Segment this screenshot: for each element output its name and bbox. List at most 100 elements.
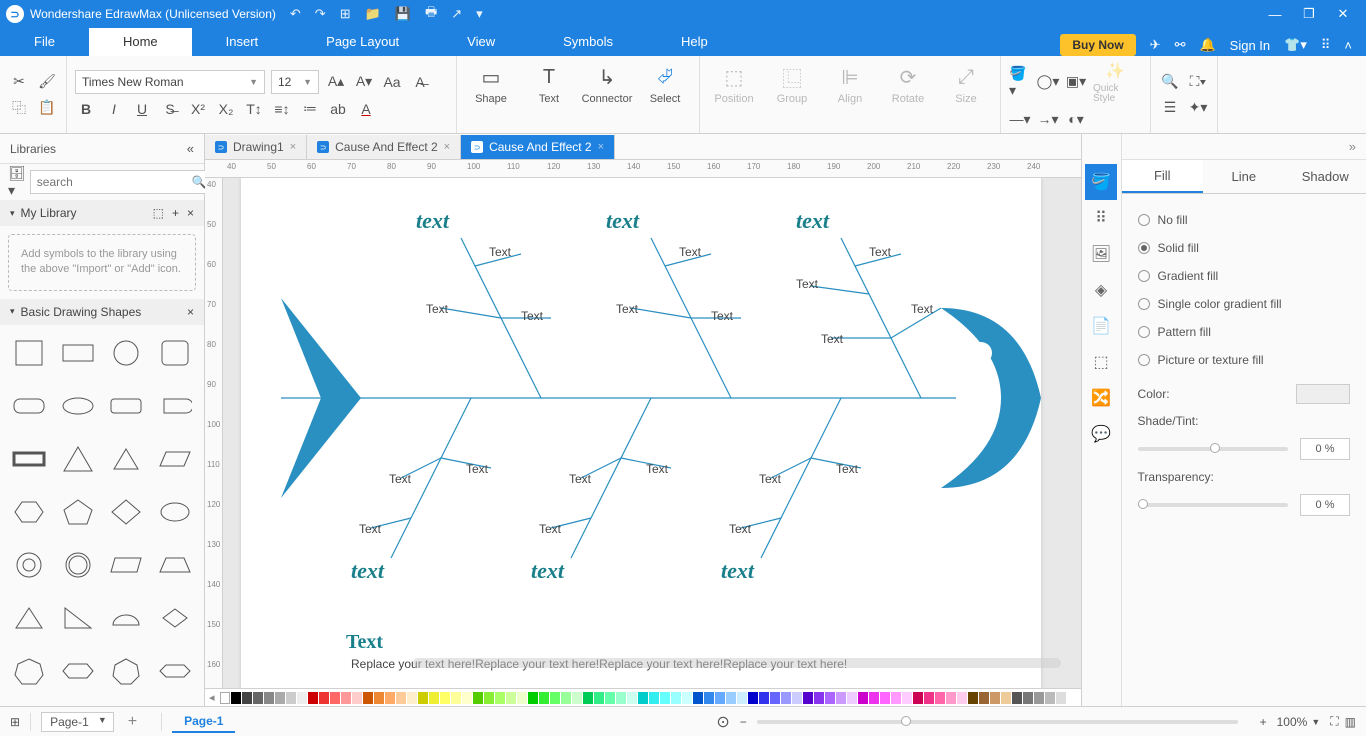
font-color-icon[interactable]: A [355, 98, 377, 120]
subscript-icon[interactable]: X₂ [215, 98, 237, 120]
shape-heptagon[interactable] [8, 651, 51, 691]
shape-diamond[interactable] [105, 492, 148, 532]
zoom-in-button[interactable]: + [1260, 715, 1267, 729]
color-swatch[interactable] [1045, 692, 1055, 704]
quick-style-button[interactable]: ✨Quick Style [1093, 59, 1137, 104]
color-swatch[interactable] [308, 692, 318, 704]
redo-icon[interactable]: ↷ [315, 6, 326, 22]
shape-tool-button[interactable]: ▭Shape [465, 62, 517, 105]
shape-ellipse[interactable] [57, 386, 100, 426]
color-swatch[interactable] [935, 692, 945, 704]
shape-hex-wide[interactable] [154, 651, 197, 691]
select-tool-button[interactable]: ⮰Select [639, 62, 691, 105]
add-icon[interactable]: + [172, 206, 179, 220]
transparency-spin[interactable]: 0 % [1300, 494, 1350, 516]
shape-square[interactable] [8, 333, 51, 373]
comment-panel-icon[interactable]: 💬 [1085, 416, 1117, 452]
line-style-icon[interactable]: —▾ [1009, 108, 1031, 130]
color-swatch[interactable] [253, 692, 263, 704]
save-icon[interactable]: 💾 [395, 6, 411, 22]
color-swatch[interactable] [616, 692, 626, 704]
color-swatch[interactable] [979, 692, 989, 704]
h-scrollbar[interactable] [413, 658, 1061, 668]
format-painter-icon[interactable]: 🖌 [36, 71, 58, 93]
color-swatch[interactable] [1012, 692, 1022, 704]
color-swatch[interactable] [715, 692, 725, 704]
fill-pattern-radio[interactable]: Pattern fill [1138, 318, 1350, 346]
color-swatch[interactable] [770, 692, 780, 704]
canvas[interactable]: text Text Text Text text Text [223, 178, 1081, 688]
grow-font-icon[interactable]: A▴ [325, 71, 347, 93]
color-swatch[interactable] [352, 692, 362, 704]
shape-triangle-iso[interactable] [105, 439, 148, 479]
color-swatch[interactable] [737, 692, 747, 704]
grid-icon[interactable]: ⊞ [10, 715, 20, 729]
color-swatch[interactable] [814, 692, 824, 704]
shape-right-tri[interactable] [57, 598, 100, 638]
shuffle-panel-icon[interactable]: 🔀 [1085, 380, 1117, 416]
color-swatch[interactable] [418, 692, 428, 704]
color-swatch[interactable] [1001, 692, 1011, 704]
tab-insert[interactable]: Insert [192, 28, 293, 56]
color-swatch[interactable] [1056, 692, 1066, 704]
clear-format-icon[interactable]: A̶ [409, 71, 431, 93]
color-swatch[interactable] [627, 692, 637, 704]
transparency-slider[interactable] [1138, 503, 1288, 507]
shape-skew[interactable] [105, 545, 148, 585]
shape-tri3[interactable] [8, 598, 51, 638]
share-icon[interactable]: ⚯ [1175, 37, 1186, 53]
shape-semicircle[interactable] [105, 598, 148, 638]
color-swatch[interactable] [957, 692, 967, 704]
shape-circle[interactable] [105, 333, 148, 373]
shape-rounded-rect[interactable] [8, 386, 51, 426]
color-swatch[interactable] [517, 692, 527, 704]
rotate-button[interactable]: ⟳Rotate [882, 62, 934, 105]
tab-file[interactable]: File [0, 28, 89, 56]
font-family-combo[interactable]: Times New Roman▼ [75, 70, 265, 94]
shape-ellipse2[interactable] [154, 492, 197, 532]
import-icon[interactable]: ⬚ [153, 206, 164, 220]
arrow-icon[interactable]: →▾ [1037, 108, 1059, 130]
color-swatch[interactable] [660, 692, 670, 704]
color-swatch[interactable] [275, 692, 285, 704]
palette-prev-icon[interactable]: ◂ [209, 691, 215, 704]
doc-tab-0[interactable]: ⊃Drawing1× [205, 135, 307, 159]
color-swatch[interactable] [726, 692, 736, 704]
fill-none-radio[interactable]: No fill [1138, 206, 1350, 234]
shade-spin[interactable]: 0 % [1300, 438, 1350, 460]
color-swatch[interactable] [407, 692, 417, 704]
color-swatch[interactable] [792, 692, 802, 704]
tab-view[interactable]: View [433, 28, 529, 56]
print-icon[interactable]: 🖶 [425, 3, 437, 25]
color-swatch[interactable] [286, 692, 296, 704]
group-button[interactable]: ⿺Group [766, 62, 818, 105]
fill-single-gradient-radio[interactable]: Single color gradient fill [1138, 290, 1350, 318]
app-grid-icon[interactable]: ⠿ [1321, 37, 1331, 53]
color-swatch[interactable] [803, 692, 813, 704]
crop-icon[interactable]: ⛶▾ [1187, 71, 1209, 93]
close-shapes-icon[interactable]: × [187, 305, 194, 319]
line-icon[interactable]: ◯▾ [1037, 71, 1059, 93]
shape-thick-rect[interactable] [8, 439, 51, 479]
connector-tool-button[interactable]: ↳Connector [581, 62, 633, 105]
shade-slider[interactable] [1138, 447, 1288, 451]
bold-icon[interactable]: B [75, 98, 97, 120]
color-swatch[interactable] [781, 692, 791, 704]
paste-icon[interactable]: 📋 [36, 97, 58, 119]
line-tab[interactable]: Line [1203, 160, 1284, 193]
color-swatch[interactable] [341, 692, 351, 704]
color-swatch[interactable] [473, 692, 483, 704]
theme-panel-icon[interactable]: ⠿ [1085, 200, 1117, 236]
page-panel-icon[interactable]: 📄 [1085, 308, 1117, 344]
color-swatch[interactable] [902, 692, 912, 704]
color-swatch[interactable] [638, 692, 648, 704]
shape-triangle[interactable] [57, 439, 100, 479]
shape-octagon-wide[interactable] [57, 651, 100, 691]
color-swatch[interactable] [836, 692, 846, 704]
shadow-tab[interactable]: Shadow [1285, 160, 1366, 193]
strike-icon[interactable]: S̶ [159, 98, 181, 120]
superscript-icon[interactable]: X² [187, 98, 209, 120]
my-library-section[interactable]: ▾My Library ⬚ + × [0, 200, 204, 226]
qat-more-icon[interactable]: ▾ [476, 6, 483, 22]
ribbon-collapse-icon[interactable]: ˄ [1344, 38, 1352, 53]
